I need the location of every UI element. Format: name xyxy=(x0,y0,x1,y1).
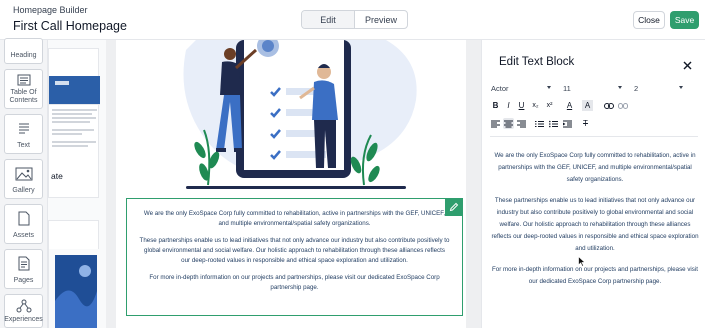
chevron-down-icon xyxy=(547,86,551,89)
app-title: Homepage Builder xyxy=(13,5,88,15)
bullet-list-icon[interactable] xyxy=(548,118,559,129)
image-icon xyxy=(15,160,33,187)
link-icon[interactable] xyxy=(603,100,614,111)
clear-format-button[interactable]: T xyxy=(580,118,591,129)
preview-paragraph: These partnerships enable us to lead ini… xyxy=(491,197,699,252)
panel-title: Edit Text Block xyxy=(499,56,575,68)
text-preview[interactable]: We are the only ExoSpace Corp fully comm… xyxy=(490,150,700,297)
text-paragraph: These partnerships enable us to lead ini… xyxy=(139,237,450,264)
file-icon xyxy=(18,205,30,232)
tool-label: Experiences xyxy=(4,316,43,323)
text-paragraph: We are the only ExoSpace Corp fully comm… xyxy=(143,210,446,227)
page-preview: We are the only ExoSpace Corp fully comm… xyxy=(116,40,466,328)
close-icon[interactable] xyxy=(683,57,692,75)
text-paragraph: For more in-depth information on our pro… xyxy=(149,274,440,291)
template-thumbnail xyxy=(49,249,100,328)
tab-preview[interactable]: Preview xyxy=(355,11,407,28)
font-size-select[interactable]: 11 xyxy=(563,84,571,93)
tool-label: Text xyxy=(17,142,30,149)
numbered-list-icon[interactable] xyxy=(534,118,545,129)
text-color-button[interactable]: A xyxy=(564,100,575,111)
experiences-icon xyxy=(16,295,32,316)
italic-button[interactable]: I xyxy=(503,100,514,111)
highlight-button[interactable]: A xyxy=(582,100,593,111)
align-right-icon[interactable] xyxy=(516,118,527,129)
pencil-icon xyxy=(449,202,459,212)
font-family-select[interactable]: Actor xyxy=(491,84,509,93)
selected-text-block[interactable]: We are the only ExoSpace Corp fully comm… xyxy=(126,198,463,316)
tool-label: Pages xyxy=(13,277,34,284)
chevron-down-icon xyxy=(618,86,622,89)
save-button[interactable]: Save xyxy=(670,11,699,29)
page-title: First Call Homepage xyxy=(13,19,127,33)
superscript-button[interactable]: x² xyxy=(544,100,555,111)
indent-icon[interactable] xyxy=(562,118,573,129)
edit-block-button[interactable] xyxy=(445,198,463,216)
tool-label: Assets xyxy=(12,232,34,239)
tool-experiences[interactable]: Experiences xyxy=(4,294,43,328)
edit-panel: Edit Text Block Actor 11 2 B I U x₂ x² A… xyxy=(481,40,705,328)
template-card[interactable]: ate xyxy=(48,48,100,198)
tool-pages[interactable]: Pages xyxy=(4,249,43,289)
align-center-icon[interactable] xyxy=(503,118,514,129)
underline-button[interactable]: U xyxy=(516,100,527,111)
preview-paragraph: For more in-depth information on our pro… xyxy=(491,266,698,285)
tool-label: Table Of Contents xyxy=(9,89,38,104)
tool-assets[interactable]: Assets xyxy=(4,204,43,244)
tool-gallery[interactable]: Gallery xyxy=(4,159,43,199)
toc-icon xyxy=(17,70,31,89)
mouse-cursor-icon xyxy=(578,256,586,267)
templates-panel: ate xyxy=(48,40,106,328)
toolbar-divider xyxy=(490,136,698,137)
tool-text[interactable]: Text xyxy=(4,114,43,154)
pages-icon xyxy=(17,250,30,277)
top-bar: Homepage Builder First Call Homepage Edi… xyxy=(0,0,705,40)
component-rail: Heading Table Of Contents Text Gallery A… xyxy=(0,38,48,328)
align-left-icon[interactable] xyxy=(490,118,501,129)
line-height-select[interactable]: 2 xyxy=(634,84,638,93)
subscript-button[interactable]: x₂ xyxy=(530,100,541,111)
preview-paragraph: We are the only ExoSpace Corp fully comm… xyxy=(494,152,696,183)
tool-label: Heading xyxy=(10,52,37,59)
chevron-down-icon xyxy=(679,86,683,89)
template-name: ate xyxy=(51,171,63,181)
hero-illustration xyxy=(183,40,417,189)
editor-canvas: We are the only ExoSpace Corp fully comm… xyxy=(106,40,481,328)
text-icon xyxy=(18,115,30,142)
tab-edit[interactable]: Edit xyxy=(302,11,355,28)
template-card[interactable] xyxy=(48,220,100,328)
close-button[interactable]: Close xyxy=(633,11,665,29)
mode-toggle: Edit Preview xyxy=(301,10,408,29)
bold-button[interactable]: B xyxy=(490,100,501,111)
tool-heading[interactable]: Heading xyxy=(4,38,43,64)
unlink-icon[interactable] xyxy=(617,100,628,111)
tool-table-of-contents[interactable]: Table Of Contents xyxy=(4,69,43,109)
tool-label: Gallery xyxy=(12,187,35,194)
